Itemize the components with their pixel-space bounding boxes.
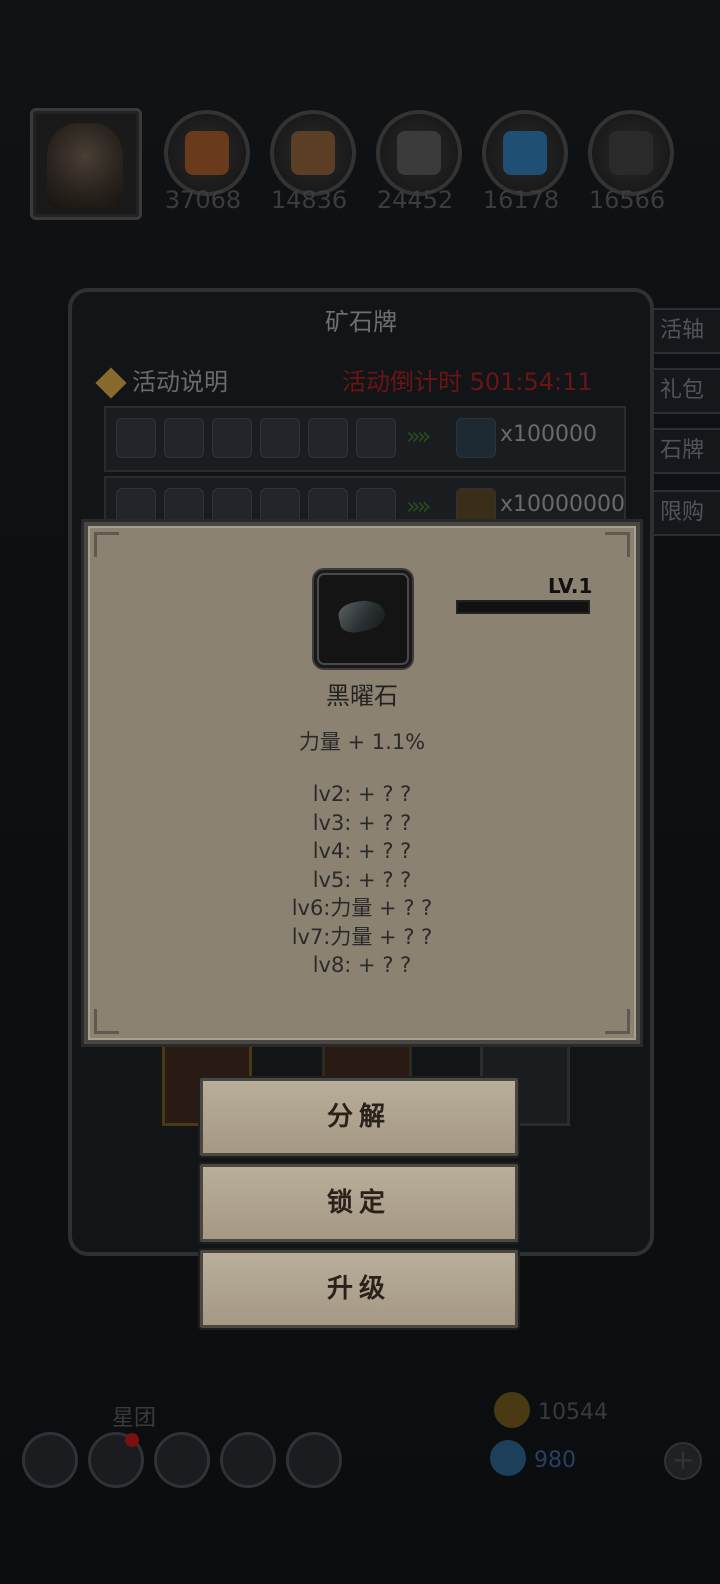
star-icon[interactable]	[88, 1432, 144, 1488]
resource-iron-value: 24452	[376, 186, 454, 214]
wood-icon	[291, 131, 335, 175]
avatar-portrait	[47, 123, 123, 207]
arrows-icon: »»	[406, 422, 431, 450]
sapphire-icon	[308, 418, 348, 458]
obsidian-icon	[336, 596, 388, 636]
iron-ore-icon	[397, 131, 441, 175]
mail-icon[interactable]	[220, 1432, 276, 1488]
settings-icon[interactable]	[22, 1432, 78, 1488]
warning-icon	[95, 367, 127, 399]
level-progress-bar	[456, 600, 590, 614]
level-effect-line: lv3: + ? ?	[312, 810, 412, 835]
ore-panel-title: 矿石牌	[325, 308, 397, 336]
level-effect-line: lv8: + ? ?	[312, 953, 412, 977]
resource-copper-value: 37068	[164, 186, 242, 214]
notification-badge	[125, 1433, 139, 1447]
item-level: LV.1	[548, 574, 593, 598]
lock-button[interactable]: 锁定	[200, 1164, 518, 1242]
castle-icon[interactable]	[154, 1432, 210, 1488]
add-gems-button[interactable]: +	[664, 1442, 702, 1480]
item-effect: 力量 + 1.1%	[298, 730, 426, 754]
activity-info-label: 活动说明	[132, 368, 228, 396]
arrows-icon: »»	[406, 492, 431, 520]
resource-wood-value: 14836	[270, 186, 348, 214]
sapphire-icon	[260, 418, 300, 458]
resource-crystal-icon[interactable]	[482, 110, 568, 196]
level-effect-line: lv2: + ? ?	[312, 782, 412, 806]
resource-wood-icon[interactable]	[270, 110, 356, 196]
item-detail-popup: LV.1 黑曜石 力量 + 1.1% lv2: + ? ? lv3: + ? ?…	[84, 522, 640, 1044]
upgrade-button[interactable]: 升级	[200, 1250, 518, 1328]
swords-icon[interactable]	[286, 1432, 342, 1488]
activity-countdown: 活动倒计时 501:54:11	[342, 368, 593, 396]
activity-info-link[interactable]: 活动说明	[95, 362, 228, 399]
decompose-button[interactable]: 分解	[200, 1078, 518, 1156]
crystal-icon	[503, 131, 547, 175]
resource-copper-icon[interactable]	[164, 110, 250, 196]
gold-coin-icon	[494, 1392, 530, 1428]
level-effect-line: lv5: + ? ?	[312, 867, 412, 892]
item-icon-frame	[314, 570, 412, 668]
popup-corner	[94, 532, 119, 557]
gem-icon	[490, 1440, 526, 1476]
crystal-reward-icon	[456, 418, 496, 458]
popup-corner	[605, 1009, 630, 1034]
exchange-row: »» x100000	[104, 406, 626, 472]
level-effect-line: lv6:力量 + ? ?	[291, 896, 433, 920]
popup-corner	[605, 532, 630, 557]
level-effects-list: lv2: + ? ? lv3: + ? ? lv4: + ? ? lv5: + …	[88, 780, 636, 980]
reward-quantity: x10000000	[500, 492, 625, 517]
sapphire-icon	[116, 418, 156, 458]
level-effect-line: lv7:力量 + ? ?	[291, 924, 433, 949]
gold-value: 10544	[538, 1400, 608, 1425]
item-name: 黑曜石	[326, 682, 398, 710]
sapphire-icon	[164, 418, 204, 458]
sapphire-icon	[356, 418, 396, 458]
guild-label: 星团	[112, 1406, 157, 1431]
sapphire-icon	[212, 418, 252, 458]
resource-obsidian-icon[interactable]	[588, 110, 674, 196]
resource-crystal-value: 16178	[482, 186, 560, 214]
popup-corner	[94, 1009, 119, 1034]
reward-quantity: x100000	[500, 422, 598, 447]
gem-value: 980	[534, 1448, 576, 1473]
obsidian-ore-icon	[609, 131, 653, 175]
resource-obsidian-value: 16566	[588, 186, 666, 214]
level-effect-line: lv4: + ? ?	[312, 839, 412, 863]
resource-iron-icon[interactable]	[376, 110, 462, 196]
player-avatar[interactable]	[30, 108, 142, 220]
copper-ore-icon	[185, 131, 229, 175]
